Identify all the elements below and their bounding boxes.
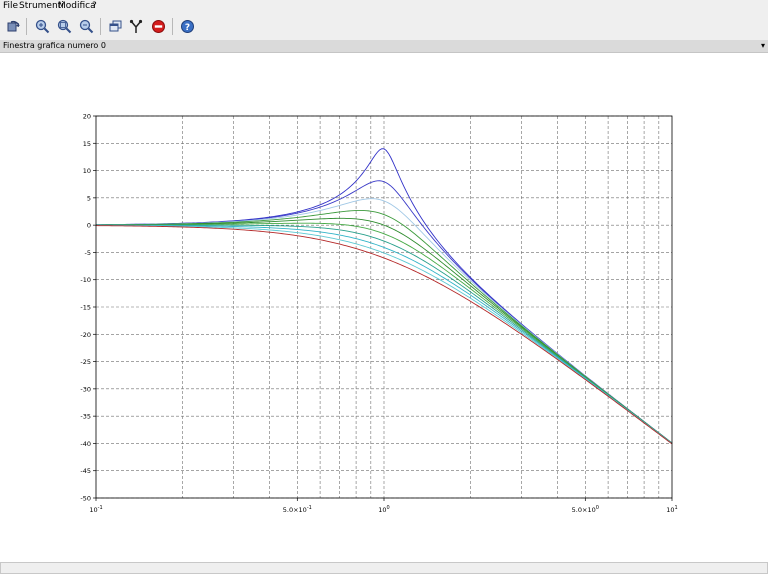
y-tick-label: 10: [83, 167, 91, 175]
grid: [96, 115, 672, 499]
window-title: Finestra grafica numero 0: [3, 41, 106, 50]
datatip-icon: [129, 19, 143, 33]
y-tick-label: -25: [80, 358, 91, 366]
y-tick-label: 0: [87, 222, 91, 230]
help-button[interactable]: ?: [180, 19, 195, 34]
menu-bar: File Strumenti Modifica ?: [0, 0, 768, 13]
x-tick-label: 5.0×10-1: [283, 505, 312, 514]
x-tick-label: 10-1: [89, 505, 102, 514]
plot-canvas: 20 15 10 5 0 -5 -10 -15 -20 -25 -30 -35 -40 -45 -50 10-…: [80, 113, 677, 515]
menu-edit[interactable]: Modifica: [58, 1, 96, 12]
zoom-reset-icon: [79, 19, 94, 34]
rotate-button[interactable]: [6, 19, 21, 34]
y-tick-label: -30: [80, 385, 91, 393]
zoom-area-icon: [57, 19, 72, 34]
rotate-3d-icon: [7, 20, 20, 32]
x-tick-label: 101: [666, 505, 677, 514]
x-tick-label: 100: [378, 505, 389, 514]
y-tick-label: -50: [80, 495, 91, 503]
status-bar: [0, 562, 768, 574]
toolbar: ?: [0, 13, 768, 41]
undock-button[interactable]: ▾: [761, 41, 765, 51]
zoom-area-button[interactable]: [57, 19, 72, 34]
y-tick-label: -40: [80, 440, 91, 448]
y-tick-label: 20: [83, 113, 91, 121]
y-tick-label: -15: [80, 304, 91, 312]
windows-icon: [109, 20, 122, 32]
y-tick-label: -45: [80, 467, 91, 475]
toolbar-separator: [172, 18, 173, 35]
menu-help[interactable]: ?: [92, 1, 97, 12]
toolbar-separator: [100, 18, 101, 35]
menu-tools[interactable]: Strumenti: [19, 1, 64, 12]
y-tick-label: 5: [87, 194, 91, 202]
tick-labels: 20 15 10 5 0 -5 -10 -15 -20 -25 -30 -35 -40 -45 -50 10-…: [80, 113, 677, 515]
help-icon: ?: [181, 20, 194, 33]
svg-text:?: ?: [185, 23, 190, 33]
y-tick-label: -20: [80, 331, 91, 339]
y-tick-label: 15: [83, 140, 91, 148]
new-window-button[interactable]: [108, 19, 123, 34]
datatip-button[interactable]: [129, 19, 144, 34]
stop-button[interactable]: [151, 19, 166, 34]
y-tick-label: -10: [80, 276, 91, 284]
menu-file[interactable]: File: [3, 1, 18, 12]
graphic-window-titlebar: Finestra grafica numero 0 ▾: [0, 40, 768, 53]
y-tick-label: -35: [80, 413, 91, 421]
zoom-in-button[interactable]: [35, 19, 50, 34]
zoom-reset-button[interactable]: [79, 19, 94, 34]
stop-icon: [152, 20, 165, 33]
zoom-in-icon: [35, 19, 50, 34]
toolbar-separator: [26, 18, 27, 35]
y-tick-label: -5: [85, 249, 91, 257]
x-tick-label: 5.0×100: [572, 505, 599, 514]
